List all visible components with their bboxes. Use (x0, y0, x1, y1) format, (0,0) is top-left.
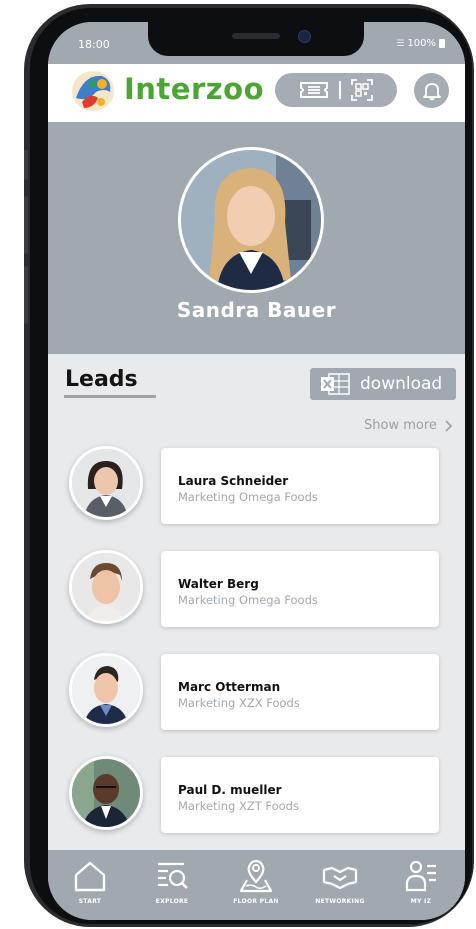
lead-card[interactable]: Marc Otterman Marketing XZX Foods (161, 654, 439, 730)
nav-item-my-iz[interactable]: MY IZ (381, 858, 461, 914)
lead-name: Marc Otterman (178, 680, 281, 694)
map-pin-icon (239, 859, 273, 893)
lead-photo (72, 759, 140, 827)
lead-company: Marketing XZT Foods (178, 799, 299, 813)
download-button[interactable]: download (310, 368, 456, 400)
leads-heading: Leads (65, 367, 138, 392)
lead-avatar[interactable] (69, 446, 143, 520)
leads-underline (64, 395, 156, 398)
battery-level: 100% (407, 38, 436, 49)
nav-item-start[interactable]: START (50, 858, 130, 914)
handshake-icon (322, 866, 358, 890)
mute-switch (24, 150, 28, 180)
qr-code-icon[interactable] (351, 79, 373, 101)
lead-card[interactable]: Walter Berg Marketing Omega Foods (161, 551, 439, 627)
front-camera (298, 30, 311, 43)
lead-avatar[interactable] (69, 756, 143, 830)
lead-avatar[interactable] (69, 550, 143, 624)
home-icon (74, 861, 106, 892)
ticket-qr-pill[interactable] (275, 73, 397, 107)
speaker-grille (232, 33, 280, 39)
nav-label-networking: NETWORKING (315, 898, 365, 905)
brand-name: Interzoo (124, 72, 264, 106)
lead-card[interactable]: Laura Schneider Marketing Omega Foods (161, 448, 439, 524)
lead-name: Paul D. mueller (178, 783, 282, 797)
show-more-link[interactable]: Show more (364, 418, 453, 433)
download-label: download (360, 374, 443, 394)
profile-list-icon (405, 860, 436, 892)
signal-icon: ☰ (396, 38, 405, 49)
battery-icon (439, 39, 445, 48)
chevron-right-icon (445, 419, 453, 432)
excel-icon (321, 373, 350, 395)
nav-item-floor-plan[interactable]: FLOOR PLAN (216, 858, 296, 914)
bell-icon (422, 82, 441, 100)
nav-item-explore[interactable]: EXPLORE (132, 858, 212, 914)
app-screen: 18:00 ☰ 100% Interzoo Sandra Bauer Leads… (48, 22, 465, 920)
status-indicators: ☰ 100% (396, 38, 445, 49)
notifications-button[interactable] (414, 73, 449, 108)
lead-company: Marketing Omega Foods (178, 593, 318, 607)
pill-divider (339, 81, 341, 99)
profile-avatar[interactable] (178, 147, 324, 293)
lead-photo (72, 553, 140, 621)
interzoo-logo-icon (72, 71, 114, 111)
lead-photo (72, 656, 140, 724)
lead-avatar[interactable] (69, 653, 143, 727)
lead-company: Marketing Omega Foods (178, 490, 318, 504)
status-time: 18:00 (78, 38, 110, 51)
phone-notch (148, 22, 364, 56)
volume-up-button (24, 196, 28, 254)
nav-item-networking[interactable]: NETWORKING (300, 858, 380, 914)
bottom-navigation: START EXPLORE FLOOR PLAN NETWORKING MY I… (48, 850, 465, 920)
app-header: Interzoo (48, 64, 465, 122)
lead-card[interactable]: Paul D. mueller Marketing XZT Foods (161, 757, 439, 833)
nav-label-my-iz: MY IZ (410, 898, 432, 905)
lead-company: Marketing XZX Foods (178, 696, 300, 710)
lead-name: Walter Berg (178, 577, 259, 591)
explore-icon (158, 862, 188, 889)
nav-label-floor-plan: FLOOR PLAN (233, 898, 279, 905)
ticket-icon[interactable] (299, 80, 329, 100)
profile-banner: Sandra Bauer (48, 122, 465, 354)
nav-label-start: START (78, 898, 102, 905)
nav-label-explore: EXPLORE (155, 898, 189, 905)
show-more-label: Show more (364, 418, 437, 433)
lead-photo (72, 449, 140, 517)
profile-photo (181, 150, 321, 290)
volume-down-button (24, 266, 28, 324)
lead-name: Laura Schneider (178, 474, 289, 488)
profile-name: Sandra Bauer (176, 298, 337, 322)
